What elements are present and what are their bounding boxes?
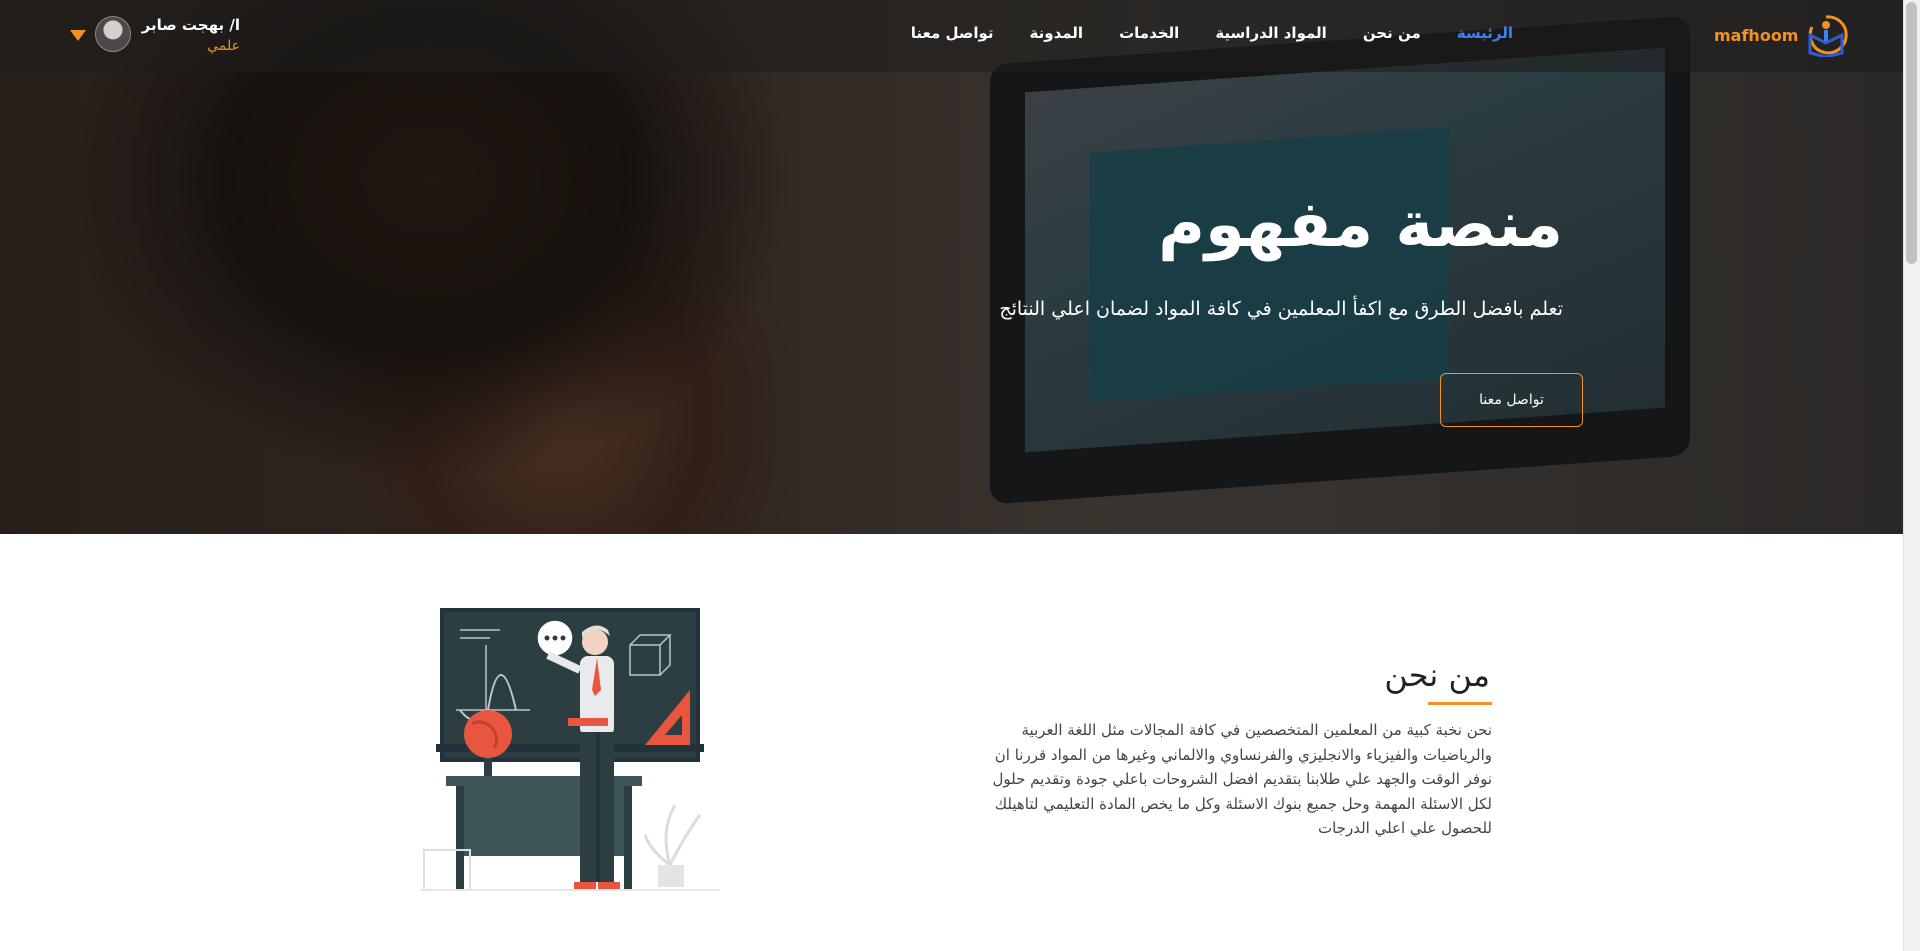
about-title: من نحن (1384, 656, 1490, 694)
nav-item-services[interactable]: الخدمات (1119, 24, 1179, 42)
nav-item-about[interactable]: من نحن (1363, 24, 1421, 42)
logo[interactable]: mafhoom (1714, 12, 1849, 58)
nav-item-blog[interactable]: المدونة (1030, 24, 1084, 42)
hero-overlay (0, 0, 1903, 534)
user-name: ا/ بهجت صابر (141, 16, 240, 34)
nav-item-contact[interactable]: تواصل معنا (911, 24, 994, 42)
contact-us-button[interactable]: تواصل معنا (1440, 373, 1583, 427)
hero-section: منصة مفهوم تعلم بافضل الطرق مع اكفأ المع… (0, 0, 1903, 534)
user-menu[interactable]: ا/ بهجت صابر علمي (70, 16, 240, 58)
caret-down-icon[interactable] (70, 30, 86, 41)
user-role: علمي (207, 38, 240, 54)
navbar: mafhoom الرئيسة من نحن المواد الدراسية ا… (0, 0, 1903, 72)
hero-subtitle: تعلم بافضل الطرق مع اكفأ المعلمين في كاف… (999, 298, 1563, 320)
hero-title: منصة مفهوم (1158, 188, 1563, 262)
avatar[interactable] (95, 16, 131, 52)
about-text: نحن نخبة كبية من المعلمين المتخصصين في ك… (992, 721, 1492, 837)
logo-text: mafhoom (1714, 25, 1799, 45)
main-menu: الرئيسة من نحن المواد الدراسية الخدمات ا… (911, 24, 1513, 42)
scrollbar-thumb[interactable] (1906, 2, 1917, 264)
nav-item-subjects[interactable]: المواد الدراسية (1215, 24, 1326, 42)
about-title-underline (1428, 702, 1492, 705)
logo-book-icon (1808, 15, 1849, 57)
teacher-illustration (420, 608, 720, 891)
nav-item-home[interactable]: الرئيسة (1457, 24, 1513, 42)
